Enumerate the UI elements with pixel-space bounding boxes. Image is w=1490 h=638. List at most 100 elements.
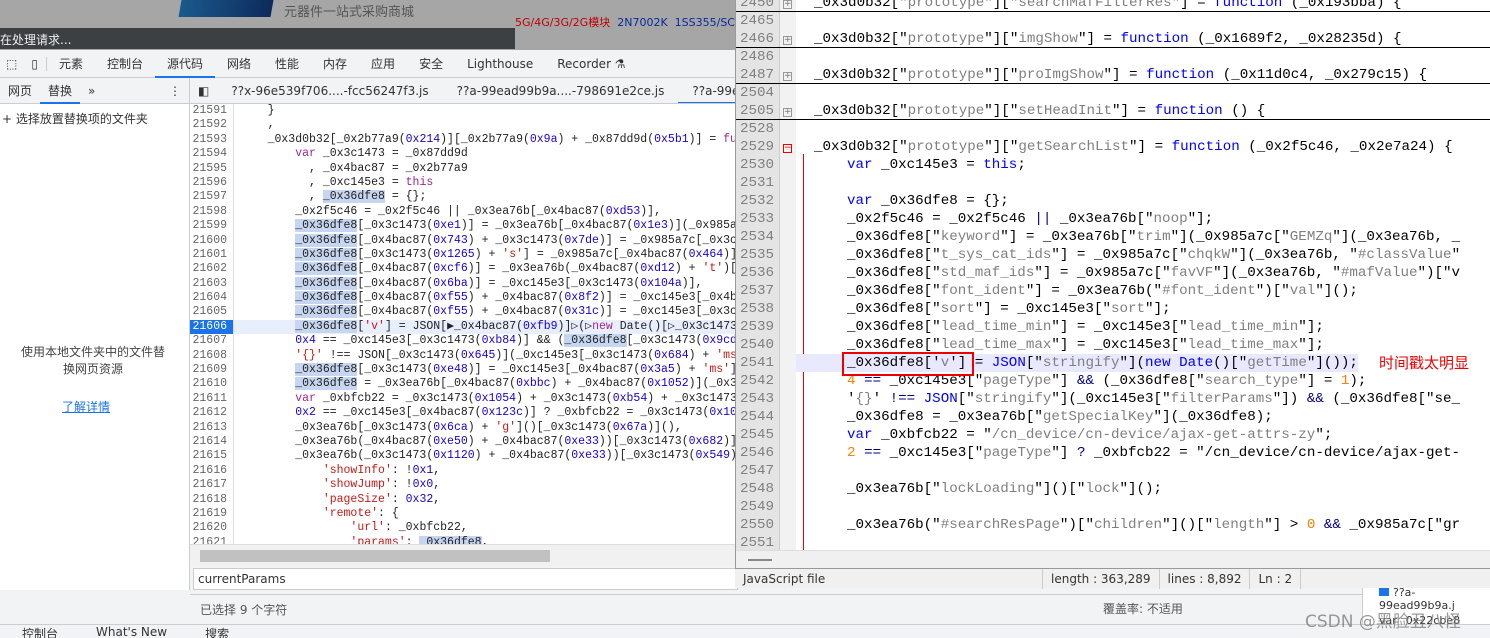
file-tab[interactable]: ??a-99ead99b9a....-798691e2ce.js [443, 78, 679, 103]
code-line[interactable]: 21615 _0x3ea76b(_0x3c1473(0x1120) + _0x4… [190, 449, 735, 464]
drawer-tab[interactable]: 控制台 [22, 625, 58, 638]
expand-fold-icon[interactable]: + [783, 108, 792, 117]
expand-fold-icon[interactable]: + [783, 72, 792, 81]
code-line[interactable]: 21599 _0x36dfe8[_0x3c1473(0xe1)] = _0x3e… [190, 219, 735, 234]
code-line[interactable]: 21614 _0x3ea76b(_0x4bac87(0xe50) + _0x4b… [190, 434, 735, 450]
drawer-tab[interactable]: What's New [96, 625, 167, 638]
code-line[interactable]: 21617 'showJump': !0x0, [190, 478, 735, 493]
line-number[interactable]: 21608 [190, 348, 234, 364]
editor-line[interactable]: 2450 + _0x3d0b32["prototype"]["searchMafFi… [736, 0, 1490, 12]
editor-line[interactable]: 2486 [736, 48, 1490, 66]
line-number[interactable]: 21596 [190, 175, 234, 191]
hot-link[interactable]: 5G/4G/3G/2G模块 [515, 16, 610, 29]
line-number[interactable]: 21598 [190, 204, 234, 220]
editor-line[interactable]: 2547 [736, 462, 1490, 480]
editor-line[interactable]: 2548 _0x3ea76b["lockLoading"]()["lock"](… [736, 480, 1490, 498]
line-number[interactable]: 21592 [190, 118, 234, 133]
line-number[interactable]: 21602 [190, 262, 234, 277]
line-number[interactable]: 21611 [190, 391, 234, 407]
editor-line[interactable]: 2543 '{}' !== JSON["stringify"](_0xc145e… [736, 390, 1490, 408]
code-line[interactable]: 21611 var _0xbfcb22 = _0x3c1473(0x1054) … [190, 391, 735, 407]
navigator-tab[interactable]: » [80, 78, 103, 104]
collapse-fold-icon[interactable]: − [783, 144, 792, 153]
code-line[interactable]: 21612 0x2 == _0xc145e3[_0x4bac87(0x123c)… [190, 406, 735, 421]
code-line[interactable]: 21602 _0x36dfe8[_0x4bac87(0xcf6)] = _0x3… [190, 262, 735, 277]
editor-line[interactable]: 2529− _0x3d0b32["prototype"]["getSearchLi… [736, 138, 1490, 156]
editor-line[interactable]: 2533 _0x2f5c46 = _0x2f5c46 || _0x3ea76b[… [736, 210, 1490, 228]
editor-line[interactable]: 2539 _0x36dfe8["lead_time_min"] = _0xc14… [736, 318, 1490, 336]
toggle-navigator-icon[interactable]: ◧ [190, 84, 217, 98]
code-line[interactable]: 21605 _0x36dfe8[_0x4bac87(0xf55) + _0x4b… [190, 305, 735, 320]
editor-line[interactable]: 2504 [736, 84, 1490, 102]
editor-line[interactable]: 2530 var _0xc145e3 = this; [736, 156, 1490, 174]
line-number[interactable]: 21600 [190, 233, 234, 248]
hot-link[interactable]: 1SS355/SC [675, 16, 735, 29]
editor-line[interactable]: 2546 2 == _0xc145e3["pageType"] ? _0xbfc… [736, 444, 1490, 462]
devtools-tab[interactable]: 网络 [215, 50, 263, 78]
devtools-tab[interactable]: Recorder ⚗ [545, 50, 637, 78]
line-number[interactable]: 21610 [190, 377, 234, 392]
devtools-tab[interactable]: 控制台 [95, 50, 155, 78]
editor-line[interactable]: 2545 var _0xbfcb22 = "/cn_device/cn-devi… [736, 426, 1490, 444]
line-number[interactable]: 21612 [190, 406, 234, 421]
file-tab[interactable]: ??x-96e539f706....-fcc56247f3.js [217, 78, 442, 103]
line-number[interactable]: 21616 [190, 463, 234, 479]
code-line[interactable]: 21597 , _0x36dfe8 = {}; [190, 190, 735, 205]
code-line[interactable]: 21598 _0x2f5c46 = _0x2f5c46 || _0x3ea76b… [190, 204, 735, 220]
line-number[interactable]: 21614 [190, 434, 234, 450]
line-number[interactable]: 21609 [190, 363, 234, 378]
editor-line[interactable]: 2532 var _0x36dfe8 = {}; [736, 192, 1490, 210]
editor-line[interactable]: 2536 _0x36dfe8["std_maf_ids"] = _0x985a7… [736, 264, 1490, 282]
hot-link[interactable]: 2N7002K [617, 16, 667, 29]
editor-line[interactable]: 2544 _0x36dfe8 = _0x3ea76b["getSpecialKe… [736, 408, 1490, 426]
code-line[interactable]: 21620 'url': _0xbfcb22, [190, 521, 735, 536]
code-line[interactable]: 21600 _0x36dfe8[_0x4bac87(0x743) + _0x3c… [190, 233, 735, 248]
code-line[interactable]: 21616 'showInfo': !0x1, [190, 463, 735, 479]
line-number[interactable]: 21620 [190, 521, 234, 536]
editor-line[interactable]: 2466 + _0x3d0b32["prototype"]["imgShow"] =… [736, 30, 1490, 48]
code-line[interactable]: 21621 'params': _0x36dfe8, [190, 535, 735, 544]
devtools-tab[interactable]: 性能 [263, 50, 311, 78]
navigator-tab[interactable]: 替换 [40, 78, 81, 104]
line-number[interactable]: 21597 [190, 190, 234, 205]
code-line[interactable]: 21609 _0x36dfe8[_0x3c1473(0xe48)] = _0xc… [190, 363, 735, 378]
line-number[interactable]: 21601 [190, 247, 234, 263]
code-line[interactable]: 21607 0x4 == _0xc145e3[_0x3c1473(0xb84)]… [190, 334, 735, 349]
line-number[interactable]: 21604 [190, 291, 234, 306]
editor-line[interactable]: 2505 + _0x3d0b32["prototype"]["setHeadInit… [736, 102, 1490, 120]
line-number[interactable]: 21599 [190, 219, 234, 234]
devtools-tab[interactable]: 元素 [47, 50, 95, 78]
learn-more-link[interactable]: 了解详情 [62, 398, 110, 415]
line-number[interactable]: 21607 [190, 334, 234, 349]
more-icon[interactable]: ⋮ [169, 84, 189, 98]
line-number[interactable]: 21618 [190, 492, 234, 507]
devtools-tab[interactable]: 安全 [407, 50, 455, 78]
editor-line[interactable]: 2537 _0x36dfe8["font_ident"] = _0x3ea76b… [736, 282, 1490, 300]
editor-line[interactable]: 2531 [736, 174, 1490, 192]
device-toggle-icon[interactable]: ▯ [23, 56, 47, 71]
expand-fold-icon[interactable]: + [783, 36, 792, 45]
editor-line[interactable]: 2535 _0x36dfe8["t_sys_cat_ids"] = _0x985… [736, 246, 1490, 264]
expand-fold-icon[interactable]: + [783, 0, 792, 9]
code-line[interactable]: 21608 '{}' !== JSON[_0x3c1473(0x645)](_0… [190, 348, 735, 364]
devtools-tab[interactable]: 内存 [311, 50, 359, 78]
line-number[interactable]: 21593 [190, 132, 234, 148]
navigator-tab[interactable]: 网页 [0, 78, 40, 104]
code-line[interactable]: 21593 _0x3d0b32[_0x2b77a9(0x214)][_0x2b7… [190, 132, 735, 148]
editor-scrollbar[interactable] [736, 550, 1490, 568]
code-line[interactable]: 21601 _0x36dfe8[_0x3c1473(0x1265) + 's']… [190, 247, 735, 263]
devtools-tab[interactable]: 应用 [359, 50, 407, 78]
search-input[interactable]: currentParams [193, 568, 738, 590]
code-line[interactable]: 21604 _0x36dfe8[_0x4bac87(0xf55) + _0x4b… [190, 291, 735, 306]
editor-line[interactable]: 2549 [736, 498, 1490, 516]
scrollbar-thumb[interactable] [200, 550, 550, 562]
line-number[interactable]: 21615 [190, 449, 234, 464]
line-number[interactable]: 21617 [190, 478, 234, 493]
line-number[interactable]: 21594 [190, 147, 234, 162]
drawer-tab[interactable]: 搜索 [205, 625, 229, 638]
code-line[interactable]: 21603 _0x36dfe8[_0x4bac87(0x6ba)] = _0xc… [190, 276, 735, 292]
devtools-tab[interactable]: 源代码 [154, 50, 215, 78]
line-number[interactable]: 21591 [190, 104, 234, 119]
editor-line[interactable]: 2550 _0x3ea76b("#searchResPage")["childr… [736, 516, 1490, 534]
select-folder-button[interactable]: + 选择放置替换项的文件夹 [2, 110, 148, 127]
